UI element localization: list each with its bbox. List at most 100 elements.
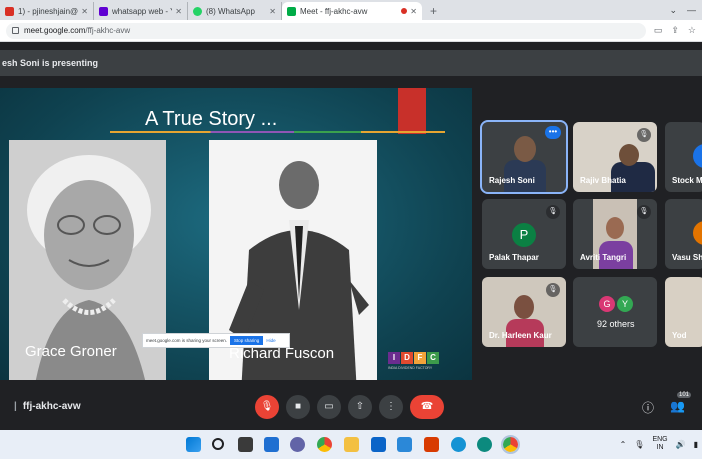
tab-label: whatsapp web - Yahoo India Sea	[112, 6, 172, 16]
participant-tile-rajiv-bhatia[interactable]: 🎙 Rajiv Bhatia	[573, 122, 657, 192]
participant-tile-yod[interactable]: Yod	[665, 277, 702, 347]
mail-icon[interactable]	[371, 437, 386, 452]
tab-gmail[interactable]: 1) - pjineshjain@gmail.c ✕	[0, 2, 94, 20]
close-tab-icon[interactable]: ✕	[81, 7, 88, 16]
camera-toggle-button[interactable]: ■	[286, 395, 310, 419]
mic-toggle-button[interactable]: 🎙	[255, 395, 279, 419]
share-icon[interactable]: ⇪	[671, 25, 679, 36]
participant-tile-harleen-kaur[interactable]: 🎙 Dr. Harleen Kaur	[482, 277, 566, 347]
participant-tile-rajesh-soni[interactable]: ••• Rajesh Soni	[480, 120, 568, 194]
participant-avatar	[693, 221, 702, 245]
participant-name: Dr. Harleen Kaur	[489, 331, 552, 340]
mic-off-icon: 🎙	[546, 205, 560, 219]
participant-tile-avriti-tangri[interactable]: 🎙 Avriti Tangri	[573, 199, 657, 269]
edge-icon[interactable]	[451, 437, 466, 452]
logo-letter: F	[414, 352, 426, 364]
office-icon[interactable]	[424, 437, 439, 452]
camera-permission-icon[interactable]: ▭	[654, 25, 663, 36]
battery-icon[interactable]: ▮	[694, 440, 698, 449]
participant-name: Rajiv Bhatia	[580, 176, 626, 185]
captions-icon: ▭	[324, 401, 334, 412]
tab-meet[interactable]: Meet - ffj-akhc-avw ✕	[282, 2, 422, 20]
mic-off-icon: 🎙	[546, 283, 560, 297]
close-tab-icon[interactable]: ✕	[269, 7, 276, 16]
present-now-button[interactable]: ⇧	[348, 395, 372, 419]
windows-taskbar: ⌃ 🎙 ENG IN 🔊 ▮	[0, 430, 702, 459]
camera-icon: ■	[294, 401, 302, 412]
close-tab-icon[interactable]: ✕	[175, 7, 182, 16]
microphone-icon[interactable]: 🎙	[634, 440, 644, 449]
tab-whatsapp[interactable]: (8) WhatsApp ✕	[188, 2, 282, 20]
chrome-active-icon[interactable]	[501, 435, 520, 454]
slide-divider	[110, 131, 445, 133]
edge-browser-icon[interactable]	[477, 437, 492, 452]
slide-title: A True Story ...	[145, 108, 278, 130]
screen-share-notice: meet.google.com is sharing your screen. …	[142, 333, 290, 348]
tray-chevron-icon[interactable]: ⌃	[620, 440, 627, 449]
hang-up-icon: ☎	[420, 401, 434, 412]
caption-grace-groner: Grace Groner	[25, 343, 117, 360]
close-tab-icon[interactable]: ✕	[410, 7, 417, 16]
minimize-icon[interactable]: —	[687, 5, 696, 15]
windows-start-icon[interactable]	[186, 437, 201, 452]
participant-name: Yod	[672, 331, 687, 340]
new-tab-button[interactable]: +	[422, 2, 445, 20]
more-options-button[interactable]: ⋮	[379, 395, 403, 419]
participant-name: Palak Thapar	[489, 253, 539, 262]
participant-avatar: Y	[617, 296, 633, 312]
separator: |	[14, 401, 17, 412]
url-field[interactable]: meet.google.com/ffj-akhc-avw	[6, 22, 646, 39]
tab-label: (8) WhatsApp	[206, 6, 255, 16]
language-indicator[interactable]: ENG IN	[652, 436, 667, 452]
participant-face	[514, 295, 534, 319]
participant-tile-vasu-sh[interactable]: Vasu Sh	[665, 199, 702, 269]
whatsapp-icon	[193, 6, 202, 16]
bookmark-star-icon[interactable]: ☆	[688, 25, 696, 36]
logo-letter: D	[401, 352, 413, 364]
share-notice-text: meet.google.com is sharing your screen.	[146, 338, 228, 343]
window-controls: ⌄ —	[669, 0, 702, 20]
file-explorer-icon[interactable]	[344, 437, 359, 452]
participant-tile-others[interactable]: G Y 92 others	[573, 277, 657, 347]
task-view-icon[interactable]	[238, 437, 253, 452]
tab-search-icon[interactable]: ⌄	[669, 5, 677, 16]
participant-avatar: P	[512, 223, 536, 247]
screen: 1) - pjineshjain@gmail.c ✕ whatsapp web …	[0, 0, 702, 459]
leave-call-button[interactable]: ☎	[410, 395, 444, 419]
lock-icon[interactable]	[12, 27, 19, 34]
mic-off-icon: 🎙	[637, 205, 651, 219]
meeting-details-button[interactable]: ⓘ	[642, 399, 654, 416]
system-tray: ⌃ 🎙 ENG IN 🔊 ▮	[620, 436, 698, 452]
chat-icon[interactable]	[290, 437, 305, 452]
widgets-icon[interactable]	[264, 437, 279, 452]
region-code: IN	[656, 444, 664, 451]
participant-count-badge: 101	[677, 392, 692, 398]
participant-avatar: G	[599, 296, 615, 312]
participant-face	[514, 136, 536, 162]
meet-icon	[287, 6, 296, 16]
tab-label: 1) - pjineshjain@gmail.c	[18, 6, 79, 16]
stop-sharing-button[interactable]: Stop sharing	[230, 336, 264, 345]
monitor-app-icon[interactable]	[397, 437, 412, 452]
mic-off-icon: 🎙	[260, 401, 274, 412]
captions-button[interactable]: ▭	[317, 395, 341, 419]
recording-indicator-icon	[401, 8, 408, 14]
mic-off-icon: 🎙	[637, 128, 651, 142]
address-bar-actions: ▭ ⇪ ☆	[654, 25, 696, 36]
hide-notice-link[interactable]: Hide	[266, 338, 275, 343]
more-options-icon[interactable]: •••	[545, 126, 561, 139]
slide-accent-bar	[398, 88, 426, 134]
presenting-text: esh Soni is presenting	[2, 58, 99, 68]
people-button[interactable]: 👥	[670, 399, 685, 413]
tab-yahoo[interactable]: whatsapp web - Yahoo India Sea ✕	[94, 2, 188, 20]
meeting-code-text: ffj-akhc-avw	[22, 401, 81, 412]
participant-tile-palak-thapar[interactable]: P 🎙 Palak Thapar	[482, 199, 566, 269]
others-count-label: 92 others	[597, 319, 635, 329]
chrome-icon[interactable]	[317, 437, 332, 452]
volume-icon[interactable]: 🔊	[676, 440, 686, 449]
url-domain: meet.google.com	[24, 26, 86, 35]
participant-face	[619, 144, 639, 166]
presentation-slide: A True Story ... Grace Groner Richard Fu…	[0, 88, 472, 380]
participant-tile-stock-m[interactable]: Stock M	[665, 122, 702, 192]
search-icon[interactable]	[212, 438, 224, 450]
